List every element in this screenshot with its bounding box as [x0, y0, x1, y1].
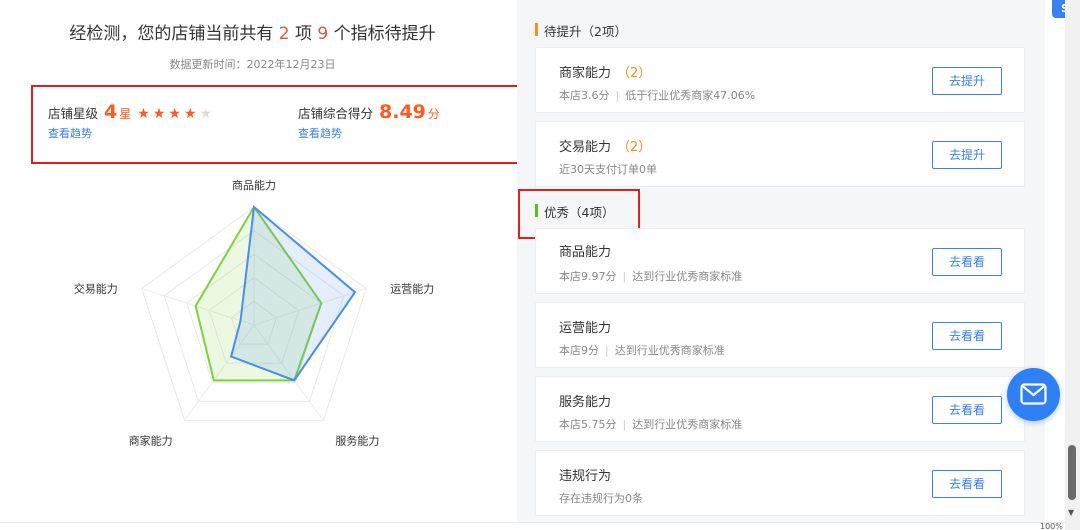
star-filled-icon: ★ [137, 106, 153, 122]
desc-separator: | [622, 270, 627, 283]
card-desc: 存在违规行为0条 [559, 490, 643, 506]
card-operation-ability: 运营能力 本店9分 | 达到行业优秀商家标准 去看看 [535, 302, 1025, 368]
view-button[interactable]: 去看看 [932, 470, 1002, 498]
card-title: 商家能力 （2） [559, 62, 651, 81]
card-desc-a: 本店9分 [559, 344, 599, 357]
message-button[interactable] [1007, 368, 1060, 421]
mail-icon [1020, 383, 1047, 405]
scrollbar-thumb[interactable] [1068, 445, 1076, 500]
card-desc-a: 本店5.75分 [559, 418, 617, 431]
card-desc-a: 本店9.97分 [559, 270, 617, 283]
score-highlight-box: 店铺星级 4 星 ★★★★★ 查看趋势 店铺综合得分 8.49 分 查看趋势 [31, 85, 544, 164]
total-unit: 分 [427, 107, 440, 121]
card-desc: 本店9分 | 达到行业优秀商家标准 [559, 342, 725, 358]
star-unit: 星 [119, 107, 132, 121]
card-trade-ability: 交易能力 （2） 近30天支付订单0单 去提升 [535, 121, 1025, 187]
star-filled-icon: ★ [152, 106, 169, 122]
card-desc-b: 达到行业优秀商家标准 [632, 418, 743, 431]
card-count: （2） [617, 66, 652, 81]
star-label: 店铺星级 [48, 106, 99, 121]
card-title: 违规行为 [559, 469, 612, 484]
summary-headline: 经检测，您的店铺当前共有 2 项 9 个指标待提升 [0, 19, 505, 44]
status-bar [0, 522, 1065, 530]
card-title: 运营能力 [559, 321, 612, 336]
section-pending-title: 待提升（2项） [535, 21, 627, 40]
summary-items-word: 项 [295, 24, 312, 44]
total-label: 店铺综合得分 [298, 106, 374, 121]
star-filled-icon: ★ [183, 106, 200, 122]
star-empty-icon: ★ [199, 106, 216, 122]
card-service-ability: 服务能力 本店5.75分 | 达到行业优秀商家标准 去看看 [535, 376, 1025, 442]
zoom-level: 100% [1040, 522, 1063, 530]
summary-items-count: 2 [278, 24, 290, 44]
card-desc-b: 达到行业优秀商家标准 [632, 270, 743, 283]
card-product-ability: 商品能力 本店9.97分 | 达到行业优秀商家标准 去看看 [535, 228, 1025, 294]
card-desc: 本店5.75分 | 达到行业优秀商家标准 [559, 416, 742, 432]
right-panel: 待提升（2项） 商家能力 （2） 本店3.6分 | 低于行业优秀商家47.06% 去提… [517, 0, 1045, 530]
card-title: 交易能力 （2） [559, 136, 651, 155]
radar-axis-label: 运营能力 [390, 282, 434, 296]
scroll-down-icon[interactable]: ▼ [1068, 508, 1074, 517]
card-desc-a: 存在违规行为0条 [559, 492, 643, 505]
desc-separator: | [605, 344, 609, 357]
radar-chart: 商品能力运营能力服务能力 商家能力 交易能力 [74, 178, 434, 447]
radar-axis-label: 交易能力 [74, 282, 118, 296]
card-desc: 近30天支付订单0单 [559, 161, 657, 177]
card-count: （2） [617, 140, 652, 155]
desc-separator: | [622, 418, 627, 431]
card-title-text: 交易能力 [559, 140, 612, 155]
summary-suffix: 个指标待提升 [333, 24, 436, 44]
star-filled-icon: ★ [168, 106, 184, 122]
card-desc-a: 近30天支付订单0单 [559, 163, 657, 176]
desc-separator: | [615, 89, 620, 102]
improve-button[interactable]: 去提升 [932, 141, 1002, 169]
radar-axis-label: 商品能力 [232, 178, 276, 192]
improve-button[interactable]: 去提升 [932, 67, 1002, 95]
update-time: 数据更新时间：2022年12月23日 [169, 58, 336, 71]
total-trend-link[interactable]: 查看趋势 [298, 125, 440, 141]
card-desc-a: 本店3.6分 [559, 89, 610, 102]
card-desc-b: 达到行业优秀商家标准 [614, 344, 725, 357]
summary-prefix: 经检测，您的店铺当前共有 [69, 24, 274, 44]
card-merchant-ability: 商家能力 （2） 本店3.6分 | 低于行业优秀商家47.06% 去提升 [535, 47, 1025, 113]
card-desc-b: 低于行业优秀商家47.06% [625, 89, 756, 102]
star-value: 4 [104, 101, 118, 123]
radar-axis-label: 服务能力 [335, 433, 379, 447]
store-total-score: 店铺综合得分 8.49 分 查看趋势 [298, 101, 440, 141]
card-desc: 本店3.6分 | 低于行业优秀商家47.06% [559, 87, 755, 103]
view-button[interactable]: 去看看 [932, 396, 1002, 424]
card-title: 服务能力 [559, 395, 612, 410]
star-trend-link[interactable]: 查看趋势 [48, 125, 215, 141]
page-scrollbar[interactable]: ▼ [1065, 0, 1080, 530]
card-title-text: 商家能力 [559, 66, 612, 81]
store-star-level: 店铺星级 4 星 ★★★★★ 查看趋势 [48, 101, 215, 141]
card-title: 商品能力 [559, 245, 612, 260]
summary-index-count: 9 [317, 24, 329, 44]
card-violation: 违规行为 存在违规行为0条 去看看 [535, 450, 1025, 516]
card-desc: 本店9.97分 | 达到行业优秀商家标准 [559, 268, 742, 284]
view-button[interactable]: 去看看 [932, 322, 1002, 350]
total-value: 8.49 [379, 101, 426, 123]
star-rating: ★★★★★ [137, 106, 215, 122]
view-button[interactable]: 去看看 [932, 248, 1002, 276]
radar-axis-label: 商家能力 [129, 433, 173, 447]
left-panel: 经检测，您的店铺当前共有 2 项 9 个指标待提升 数据更新时间：2022年12… [0, 0, 544, 530]
